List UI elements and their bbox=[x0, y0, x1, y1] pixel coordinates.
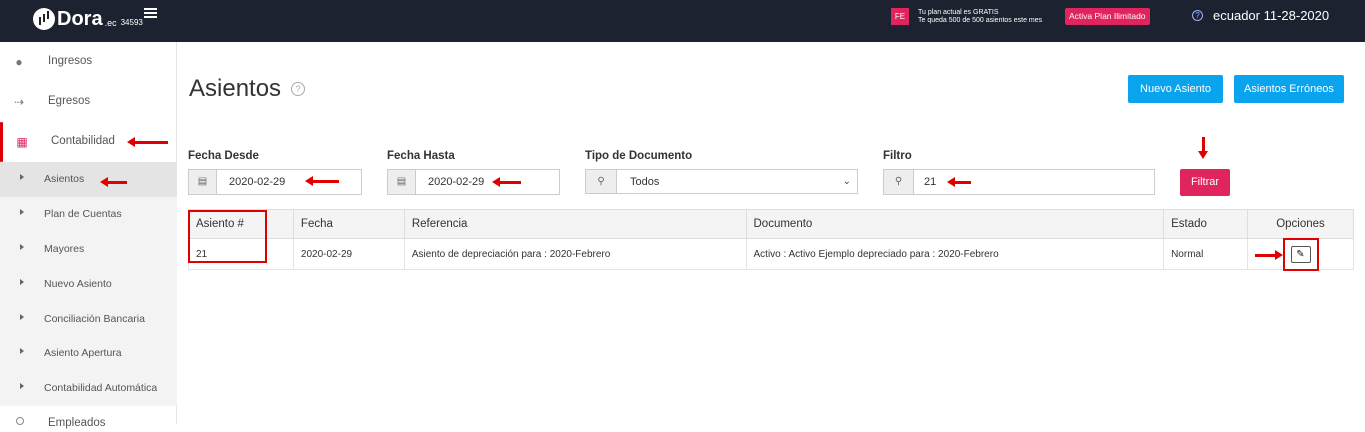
caret-right-icon bbox=[20, 174, 24, 180]
caret-right-icon bbox=[20, 314, 24, 320]
fecha-desde-label: Fecha Desde bbox=[188, 150, 259, 162]
table-header-row: Asiento # Fecha Referencia Documento Est… bbox=[188, 209, 1354, 239]
column-header[interactable]: Fecha bbox=[292, 209, 405, 239]
column-header[interactable]: Documento bbox=[745, 209, 1165, 239]
chevron-down-icon: ⌄ bbox=[842, 176, 851, 187]
search-icon: ⚲ bbox=[884, 170, 914, 194]
plan-line-2: Te queda 500 de 500 asientos este mes bbox=[918, 17, 1043, 24]
submenu-item-plan-de-cuentas[interactable]: Plan de Cuentas bbox=[0, 197, 177, 232]
submenu-item-label: Nuevo Asiento bbox=[44, 278, 112, 290]
sidebar-item-egresos[interactable]: ⇢ Egresos bbox=[0, 82, 177, 122]
sidebar-item-empleados[interactable]: Empleados bbox=[0, 412, 177, 432]
sidebar: ● Ingresos ⇢ Egresos ▦ Contabilidad Asie… bbox=[0, 42, 177, 429]
calculator-icon: ▦ bbox=[16, 135, 28, 149]
page-title: Asientos bbox=[189, 75, 282, 102]
submenu-item-label: Contabilidad Automática bbox=[44, 382, 158, 394]
activate-plan-button[interactable]: Activa Plan Ilimitado bbox=[1065, 8, 1150, 25]
filtro-value: 21 bbox=[924, 176, 937, 188]
calendar-icon: ▤ bbox=[388, 170, 416, 194]
fe-badge[interactable]: FE bbox=[891, 8, 909, 25]
submenu-item-nuevo-asiento[interactable]: Nuevo Asiento bbox=[0, 267, 177, 302]
egress-icon: ⇢ bbox=[13, 95, 25, 109]
sidebar-item-label: Contabilidad bbox=[51, 135, 115, 147]
help-icon[interactable]: ? bbox=[291, 82, 305, 96]
top-bar: Dora .ec 34593 FE Tu plan actual es GRAT… bbox=[0, 0, 1365, 42]
filtro-input[interactable]: ⚲ 21 bbox=[883, 169, 1155, 195]
submenu-item-label: Conciliación Bancaria bbox=[44, 313, 145, 325]
caret-right-icon bbox=[20, 348, 24, 354]
fecha-hasta-label: Fecha Hasta bbox=[387, 150, 455, 162]
annotation-arrow bbox=[947, 177, 971, 187]
new-asiento-button[interactable]: Nuevo Asiento bbox=[1128, 75, 1223, 103]
submenu-item-mayores[interactable]: Mayores bbox=[0, 232, 177, 267]
sidebar-item-label: Ingresos bbox=[48, 55, 93, 67]
tipo-documento-select[interactable]: ⚲ Todos ⌄ bbox=[585, 169, 858, 194]
logo-text: Dora bbox=[57, 8, 103, 30]
annotation-arrow bbox=[1198, 137, 1208, 159]
plan-line-1: Tu plan actual es GRATIS bbox=[918, 9, 999, 16]
app-logo[interactable]: Dora .ec 34593 bbox=[33, 8, 143, 30]
contabilidad-submenu: Asientos Plan de Cuentas Mayores Nuevo A… bbox=[0, 162, 177, 406]
sidebar-item-label: Egresos bbox=[48, 95, 91, 107]
table-row: 21 2020-02-29 Asiento de depreciación pa… bbox=[188, 238, 1354, 270]
submenu-item-label: Plan de Cuentas bbox=[44, 208, 122, 220]
column-header[interactable]: Asiento # bbox=[188, 209, 294, 239]
submenu-item-label: Mayores bbox=[44, 243, 85, 255]
tipo-documento-label: Tipo de Documento bbox=[585, 150, 693, 162]
table-cell: Asiento de depreciación para : 2020-Febr… bbox=[403, 238, 747, 270]
column-header[interactable]: Referencia bbox=[403, 209, 747, 239]
fecha-hasta-field[interactable]: ▤ 2020-02-29 bbox=[387, 169, 560, 195]
caret-right-icon bbox=[20, 279, 24, 285]
table-cell: Activo : Activo Ejemplo depreciado para … bbox=[745, 238, 1165, 270]
user-info[interactable]: ecuador 11-28-2020 bbox=[1213, 8, 1329, 23]
plan-status: Tu plan actual es GRATIS Te queda 500 de… bbox=[918, 9, 1042, 25]
submenu-item-asientos[interactable]: Asientos bbox=[0, 162, 177, 197]
filtrar-button[interactable]: Filtrar bbox=[1180, 169, 1230, 196]
logo-chart-icon bbox=[33, 8, 55, 30]
caret-right-icon bbox=[20, 209, 24, 215]
submenu-item-contabilidad-automatica[interactable]: Contabilidad Automática bbox=[0, 371, 177, 406]
asientos-table: Asiento # Fecha Referencia Documento Est… bbox=[188, 209, 1354, 270]
search-icon: ⚲ bbox=[586, 170, 617, 193]
submenu-item-label: Asientos bbox=[44, 173, 85, 185]
annotation-arrow bbox=[492, 177, 521, 187]
table-cell: Normal bbox=[1163, 238, 1249, 270]
annotation-arrow bbox=[1255, 250, 1283, 260]
column-header[interactable]: Estado bbox=[1163, 209, 1249, 239]
edit-pencil-icon[interactable]: ✎ bbox=[1290, 245, 1311, 263]
filtro-label: Filtro bbox=[883, 150, 912, 162]
fecha-desde-value: 2020-02-29 bbox=[229, 176, 286, 188]
asientos-erroneos-button[interactable]: Asientos Erróneos bbox=[1234, 75, 1344, 103]
caret-right-icon bbox=[20, 383, 24, 389]
fecha-hasta-value: 2020-02-29 bbox=[428, 176, 485, 188]
table-cell: 21 bbox=[188, 238, 294, 270]
submenu-item-label: Asiento Apertura bbox=[44, 347, 122, 359]
submenu-item-conciliacion-bancaria[interactable]: Conciliación Bancaria bbox=[0, 302, 177, 337]
caret-right-icon bbox=[20, 244, 24, 250]
hamburger-menu-icon[interactable] bbox=[144, 8, 157, 18]
annotation-arrow bbox=[100, 177, 127, 187]
submenu-item-asiento-apertura[interactable]: Asiento Apertura bbox=[0, 336, 177, 371]
logo-tld: .ec bbox=[104, 18, 117, 28]
company-id: 34593 bbox=[120, 18, 143, 27]
column-header: Opciones bbox=[1247, 209, 1354, 239]
annotation-arrow bbox=[305, 176, 339, 186]
calendar-icon: ▤ bbox=[189, 170, 217, 194]
piggy-icon: ● bbox=[15, 55, 23, 69]
annotation-arrow bbox=[127, 137, 168, 147]
tipo-documento-value: Todos bbox=[630, 176, 660, 188]
table-cell: 2020-02-29 bbox=[292, 238, 405, 270]
help-icon[interactable]: ? bbox=[1192, 10, 1203, 21]
sidebar-item-label: Empleados bbox=[48, 417, 106, 429]
sidebar-item-ingresos[interactable]: ● Ingresos bbox=[0, 42, 177, 82]
